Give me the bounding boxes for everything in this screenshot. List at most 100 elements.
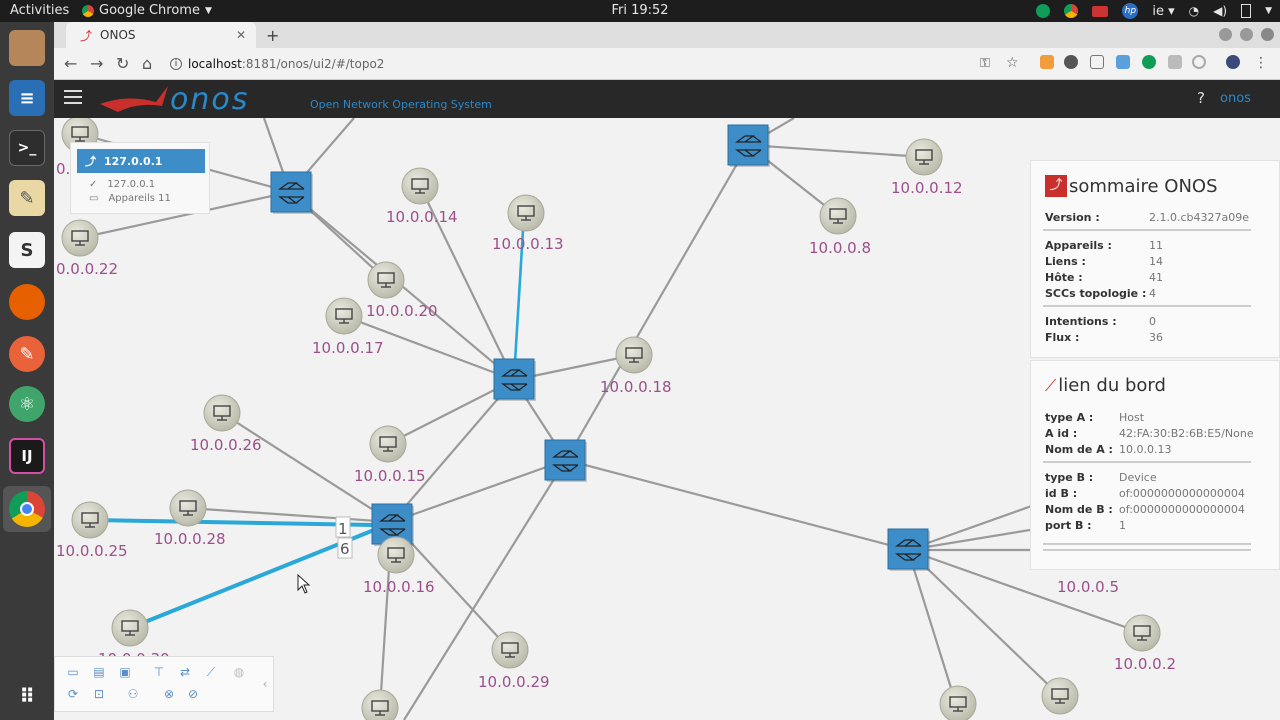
- host-node[interactable]: [615, 336, 653, 374]
- switch-node[interactable]: [887, 528, 931, 572]
- camera-icon[interactable]: [1092, 5, 1109, 17]
- host-node[interactable]: [71, 501, 109, 539]
- cast-icon[interactable]: [1090, 55, 1104, 69]
- reset-layout-icon[interactable]: ⟳: [65, 687, 81, 701]
- switch-node[interactable]: [727, 124, 771, 168]
- summary-panel-toggle-icon[interactable]: ▤: [91, 665, 107, 679]
- intellij-icon[interactable]: IJ: [9, 438, 45, 474]
- minimize-button[interactable]: [1219, 28, 1232, 41]
- type-a-label: type A :: [1045, 411, 1094, 424]
- files-icon[interactable]: [9, 30, 45, 66]
- atom-icon[interactable]: ⚛: [9, 386, 45, 422]
- keyboard-locale[interactable]: ie ▾: [1152, 4, 1174, 19]
- host-node[interactable]: [1123, 614, 1161, 652]
- host-visibility-icon[interactable]: ⊤: [151, 665, 167, 679]
- close-tab-icon[interactable]: ✕: [236, 28, 246, 42]
- host-node[interactable]: [905, 138, 943, 176]
- tab-title: ONOS: [100, 28, 136, 42]
- back-icon[interactable]: ←: [64, 54, 77, 73]
- host-node[interactable]: [819, 197, 857, 235]
- hangouts-extension-icon[interactable]: [1142, 55, 1156, 69]
- host-node[interactable]: [401, 167, 439, 205]
- help-button[interactable]: ?: [1197, 89, 1205, 107]
- equalize-masters-icon[interactable]: ⚇: [125, 687, 141, 701]
- host-label: 10.0.0.25: [56, 542, 128, 560]
- chrome-tray-icon[interactable]: [1064, 4, 1079, 18]
- host-node[interactable]: [369, 425, 407, 463]
- g-extension-icon[interactable]: [1168, 55, 1182, 69]
- onos-header: onos Open Network Operating System ? ono…: [54, 80, 1280, 118]
- forward-icon[interactable]: →: [90, 54, 103, 73]
- maximize-button[interactable]: [1240, 28, 1253, 41]
- address-bar[interactable]: i localhost:8181/onos/ui2/#/topo2: [170, 52, 970, 76]
- clock[interactable]: Fri 19:52: [600, 3, 680, 18]
- devices-value: 11: [1149, 239, 1163, 252]
- profile-avatar[interactable]: [1226, 55, 1240, 69]
- host-node[interactable]: [377, 536, 415, 574]
- port-b-label: port B :: [1045, 519, 1092, 532]
- grid-extension-icon[interactable]: [1116, 55, 1130, 69]
- home-icon[interactable]: ⌂: [142, 54, 152, 73]
- host-node[interactable]: [491, 631, 529, 669]
- host-node[interactable]: [367, 261, 405, 299]
- offline-devices-icon[interactable]: ⇄: [177, 665, 193, 679]
- zoom-fit-icon[interactable]: ⊡: [91, 687, 107, 701]
- instance-title: 127.0.0.1: [104, 154, 163, 168]
- show-apps-icon[interactable]: ⠿: [9, 678, 45, 714]
- intents-value: 0: [1149, 315, 1156, 328]
- port-label: 1: [338, 520, 348, 538]
- host-node[interactable]: [507, 194, 545, 232]
- firefox-icon[interactable]: [9, 284, 45, 320]
- rss-extension-icon[interactable]: [1040, 55, 1054, 69]
- star-icon[interactable]: ☆: [1006, 55, 1019, 71]
- switch-node[interactable]: [493, 358, 537, 402]
- host-node[interactable]: [169, 489, 207, 527]
- host-node[interactable]: [61, 219, 99, 257]
- writer-icon[interactable]: ≡: [9, 80, 45, 116]
- host-node[interactable]: [203, 394, 241, 432]
- links-label: Liens :: [1045, 255, 1086, 268]
- details-panel-toggle-icon[interactable]: ▣: [117, 665, 133, 679]
- collapse-toolbar-icon[interactable]: ‹: [257, 677, 273, 691]
- wifi-icon[interactable]: ◔: [1189, 4, 1199, 18]
- hp-icon[interactable]: hp: [1122, 3, 1139, 19]
- terminal-icon[interactable]: >_: [9, 130, 45, 166]
- chrome-dock-icon[interactable]: [9, 491, 45, 527]
- instance-header[interactable]: ⤴ 127.0.0.1: [77, 149, 205, 173]
- host-node[interactable]: [1041, 677, 1079, 715]
- version-label: Version :: [1045, 211, 1100, 224]
- switch-node[interactable]: [270, 171, 314, 215]
- slack-icon[interactable]: S: [9, 232, 45, 268]
- volume-icon[interactable]: ◀): [1213, 4, 1227, 18]
- postman-icon[interactable]: ✎: [9, 336, 45, 372]
- host-node[interactable]: [939, 685, 977, 720]
- background-map-icon[interactable]: ◍: [231, 665, 247, 679]
- host-node[interactable]: [325, 297, 363, 335]
- switch-node[interactable]: [544, 439, 588, 483]
- hamburger-menu-icon[interactable]: [64, 90, 82, 104]
- key-icon[interactable]: ⚿: [980, 56, 990, 71]
- check-icon: ✓: [89, 179, 98, 190]
- chevron-down-icon[interactable]: ▼: [1265, 6, 1272, 16]
- app-name: Google Chrome: [99, 3, 200, 18]
- host-node[interactable]: [361, 689, 399, 720]
- sync-extension-icon[interactable]: [1192, 55, 1206, 69]
- topology-view[interactable]: 1 6 0.0.0.22 10.0.0.14 10.0.0.13 10.0.0.…: [54, 118, 1280, 720]
- activities-button[interactable]: Activities: [10, 3, 69, 18]
- reload-icon[interactable]: ↻: [116, 54, 129, 73]
- text-editor-icon[interactable]: ✎: [9, 180, 45, 216]
- tab-onos[interactable]: ⤴ ONOS ✕: [66, 22, 256, 48]
- hangouts-icon[interactable]: [1036, 4, 1051, 18]
- instance-panel-toggle-icon[interactable]: ▭: [65, 665, 81, 679]
- dark-mode-extension-icon[interactable]: [1064, 55, 1078, 69]
- close-window-button[interactable]: [1261, 28, 1274, 41]
- menu-dots-icon[interactable]: ⋮: [1254, 55, 1268, 71]
- port-highlight-icon[interactable]: ⟋: [203, 665, 219, 679]
- app-menu[interactable]: Google Chrome ▼: [82, 3, 212, 18]
- host-node[interactable]: [111, 609, 149, 647]
- cancel-traffic-icon[interactable]: ⊗: [161, 687, 177, 701]
- new-tab-button[interactable]: +: [266, 26, 279, 45]
- user-name[interactable]: onos: [1220, 91, 1251, 106]
- battery-icon[interactable]: [1241, 4, 1252, 18]
- traffic-overlay-icon[interactable]: ⊘: [185, 687, 201, 701]
